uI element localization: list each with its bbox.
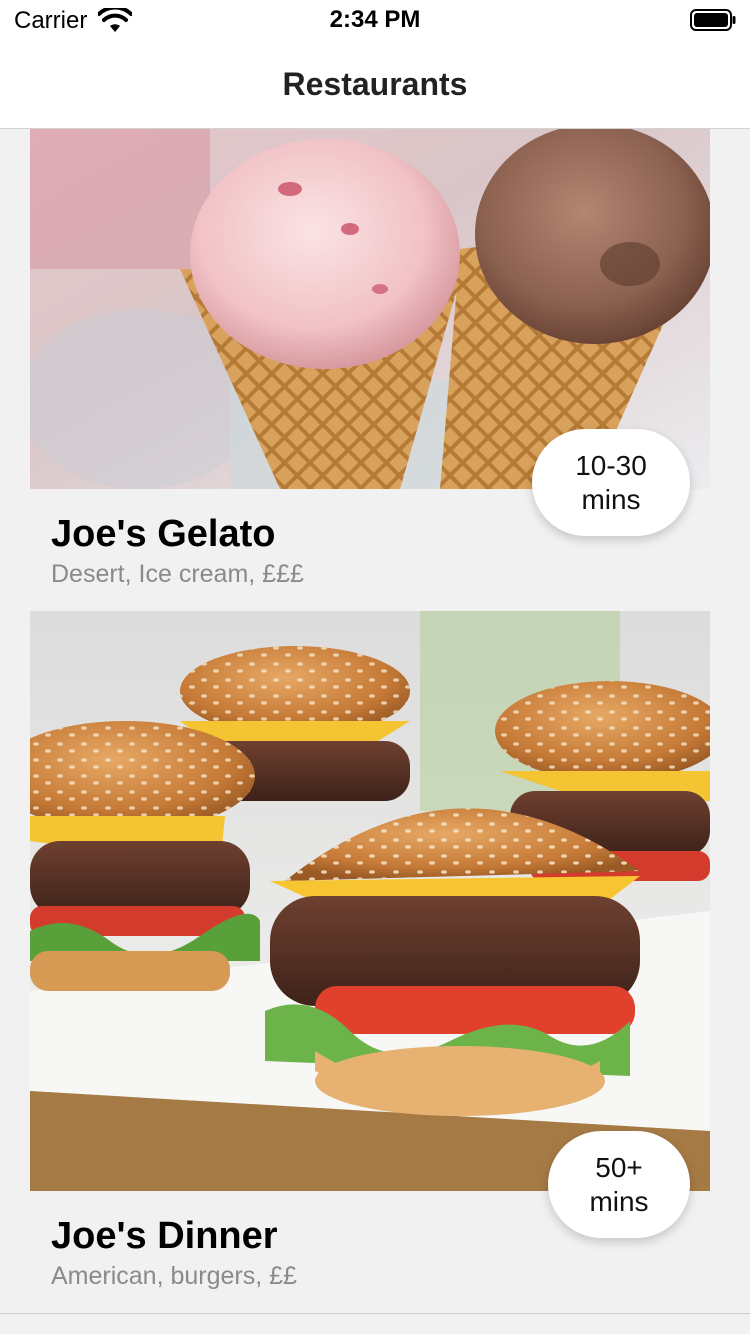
clock: 2:34 PM [329, 6, 421, 33]
restaurant-card-dinner[interactable]: 50+ mins Joe's Dinner American, burgers,… [0, 611, 750, 1311]
battery-icon [690, 9, 736, 31]
restaurant-tags: Desert, Ice cream, £££ [51, 560, 304, 588]
delivery-time-badge: 50+ mins [548, 1131, 690, 1238]
restaurant-list[interactable]: 10-30 mins Joe's Gelato Desert, Ice crea… [0, 129, 750, 1334]
delivery-time-value: 50+ [595, 1151, 643, 1183]
page-title: Restaurants [282, 66, 468, 102]
navigation-bar: Restaurants [0, 40, 750, 129]
delivery-time-unit: mins [589, 1185, 649, 1217]
delivery-time-unit: mins [581, 483, 641, 515]
restaurant-card-gelato[interactable]: 10-30 mins Joe's Gelato Desert, Ice crea… [0, 129, 750, 611]
restaurant-image-dinner [30, 611, 710, 1191]
delivery-time-value: 10-30 [575, 449, 647, 481]
restaurant-name: Joe's Gelato [51, 513, 276, 555]
restaurant-tags: American, burgers, ££ [51, 1262, 297, 1290]
status-bar: Carrier 2:34 PM [0, 0, 750, 40]
delivery-time-badge: 10-30 mins [532, 429, 690, 536]
list-divider [0, 1313, 750, 1314]
restaurant-name: Joe's Dinner [51, 1215, 278, 1257]
